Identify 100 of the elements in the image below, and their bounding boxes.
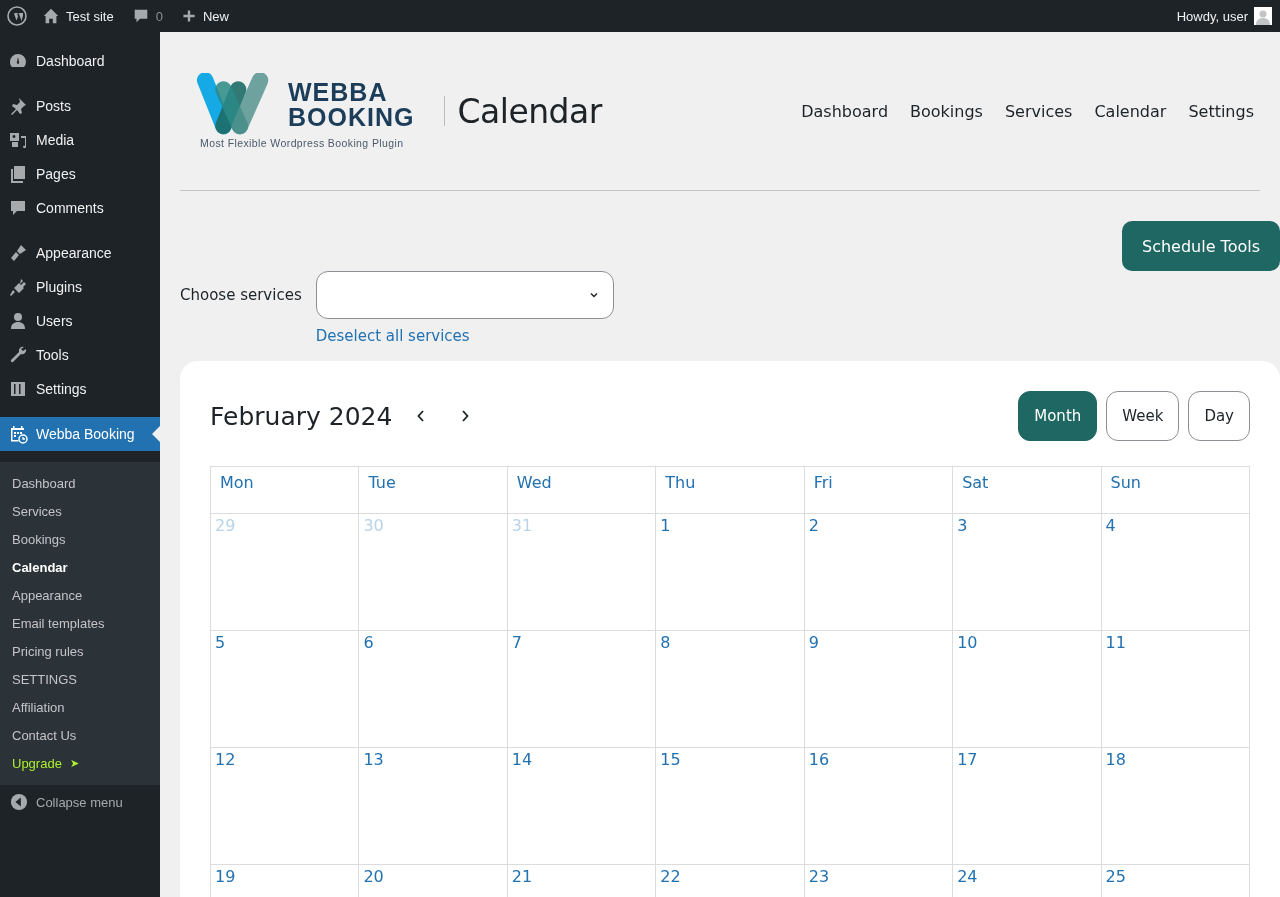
day-cell[interactable]: 9 <box>804 631 954 748</box>
day-cell[interactable]: 2 <box>804 514 954 631</box>
avatar-icon <box>1254 7 1272 25</box>
day-cell[interactable]: 17 <box>953 748 1102 865</box>
day-number: 15 <box>660 750 681 769</box>
day-cell[interactable]: 21 <box>507 865 657 897</box>
day-cell[interactable]: 13 <box>359 748 508 865</box>
day-cell[interactable]: 4 <box>1101 514 1250 631</box>
paintbrush-icon <box>8 243 28 263</box>
sidebar-item[interactable]: Users <box>0 304 160 338</box>
submenu-item[interactable]: Calendar <box>0 553 160 581</box>
day-number: 6 <box>363 633 374 652</box>
view-tab[interactable]: Month <box>1018 391 1098 441</box>
sidebar-item[interactable]: Posts <box>0 89 160 123</box>
services-select[interactable] <box>315 271 614 319</box>
day-cell[interactable]: 10 <box>953 631 1102 748</box>
day-cell[interactable]: 22 <box>656 865 805 897</box>
submenu-item[interactable]: Dashboard <box>0 469 160 497</box>
wrench-icon <box>8 345 28 365</box>
collapse-menu-button[interactable]: Collapse menu <box>0 785 160 819</box>
day-number: 19 <box>215 867 236 886</box>
day-cell[interactable]: 3 <box>953 514 1102 631</box>
sidebar-item[interactable]: Tools <box>0 338 160 372</box>
day-cell[interactable]: 11 <box>1101 631 1250 748</box>
comments-link[interactable]: 0 <box>122 0 172 32</box>
day-cell[interactable]: 6 <box>359 631 508 748</box>
day-cell[interactable]: 19 <box>211 865 360 897</box>
day-number: 12 <box>215 750 236 769</box>
house-icon <box>42 7 60 25</box>
day-cell[interactable]: 12 <box>211 748 360 865</box>
month-title: February 2024 <box>210 401 393 431</box>
day-cell[interactable]: 23 <box>804 865 954 897</box>
sliders-icon <box>8 379 28 399</box>
day-number: 7 <box>511 633 523 652</box>
wordpress-logo-icon[interactable] <box>7 6 27 26</box>
day-cell[interactable]: 20 <box>359 865 508 897</box>
nav-link[interactable]: Services <box>1004 101 1073 121</box>
day-number: 2 <box>808 516 819 535</box>
day-number: 22 <box>660 867 681 886</box>
sidebar-item[interactable]: Comments <box>0 191 160 225</box>
day-number: 25 <box>1105 867 1126 886</box>
submenu-item[interactable]: Email templates <box>0 609 160 637</box>
day-number: 11 <box>1105 633 1126 652</box>
site-link[interactable]: Test site <box>33 0 123 32</box>
day-number: 16 <box>808 750 830 769</box>
weekday-header: Thu <box>656 467 805 514</box>
sidebar-item[interactable]: Dashboard <box>0 44 160 78</box>
day-number: 30 <box>363 516 384 535</box>
submenu-item[interactable]: Pricing rules <box>0 637 160 665</box>
pages-icon <box>8 164 28 184</box>
submenu-item[interactable]: Appearance <box>0 581 160 609</box>
day-cell[interactable]: 1 <box>656 514 805 631</box>
day-cell[interactable]: 24 <box>953 865 1102 897</box>
day-cell[interactable]: 18 <box>1101 748 1250 865</box>
day-cell[interactable]: 16 <box>804 748 954 865</box>
nav-link[interactable]: Dashboard <box>801 101 889 121</box>
submenu-item[interactable]: SETTINGS <box>0 665 160 693</box>
new-link[interactable]: New <box>171 0 238 32</box>
submenu-item[interactable]: Bookings <box>0 525 160 553</box>
sidebar-item[interactable]: Appearance <box>0 236 160 270</box>
media-icon <box>8 130 28 150</box>
deselect-link[interactable]: Deselect all services <box>315 327 614 345</box>
weekday-header: Sun <box>1101 467 1250 514</box>
day-cell[interactable]: 15 <box>656 748 805 865</box>
view-tab[interactable]: Week <box>1106 391 1180 441</box>
day-number: 5 <box>215 633 226 652</box>
day-cell[interactable]: 5 <box>211 631 360 748</box>
weekday-header: Wed <box>507 467 657 514</box>
sidebar-item[interactable]: Webba Booking <box>0 417 160 451</box>
schedule-tools-button[interactable]: Schedule Tools <box>1121 221 1280 271</box>
sidebar-item[interactable]: Media <box>0 123 160 157</box>
nav-link[interactable]: Settings <box>1188 101 1254 121</box>
nav-link[interactable]: Calendar <box>1094 101 1167 121</box>
submenu-item[interactable]: Affiliation <box>0 693 160 721</box>
view-tab[interactable]: Day <box>1188 391 1250 441</box>
nav-link[interactable]: Bookings <box>910 101 983 121</box>
weekday-header: Mon <box>211 467 360 514</box>
sidebar-item[interactable]: Pages <box>0 157 160 191</box>
day-number: 17 <box>957 750 978 769</box>
day-number: 1 <box>660 516 671 535</box>
user-icon <box>8 311 28 331</box>
submenu-item[interactable]: Contact Us <box>0 721 160 749</box>
weekday-header: Fri <box>804 467 954 514</box>
day-number: 29 <box>215 516 236 535</box>
chevron-left-icon <box>416 409 427 423</box>
day-cell[interactable]: 25 <box>1101 865 1250 897</box>
day-cell[interactable]: 7 <box>507 631 657 748</box>
sidebar-item[interactable]: Plugins <box>0 270 160 304</box>
submenu-item[interactable]: Upgrade ➤ <box>0 749 160 777</box>
day-cell[interactable]: 8 <box>656 631 805 748</box>
page-title: Calendar <box>457 91 602 131</box>
day-number: 21 <box>511 867 533 886</box>
submenu-item[interactable]: Services <box>0 497 160 525</box>
chevron-right-icon <box>460 409 471 423</box>
day-number: 14 <box>511 750 533 769</box>
account-link[interactable]: Howdy, user <box>1167 0 1280 32</box>
calendar-clock-icon <box>8 424 28 444</box>
sidebar-item[interactable]: Settings <box>0 372 160 406</box>
speech-bubble-icon <box>8 198 28 218</box>
day-cell[interactable]: 14 <box>507 748 657 865</box>
